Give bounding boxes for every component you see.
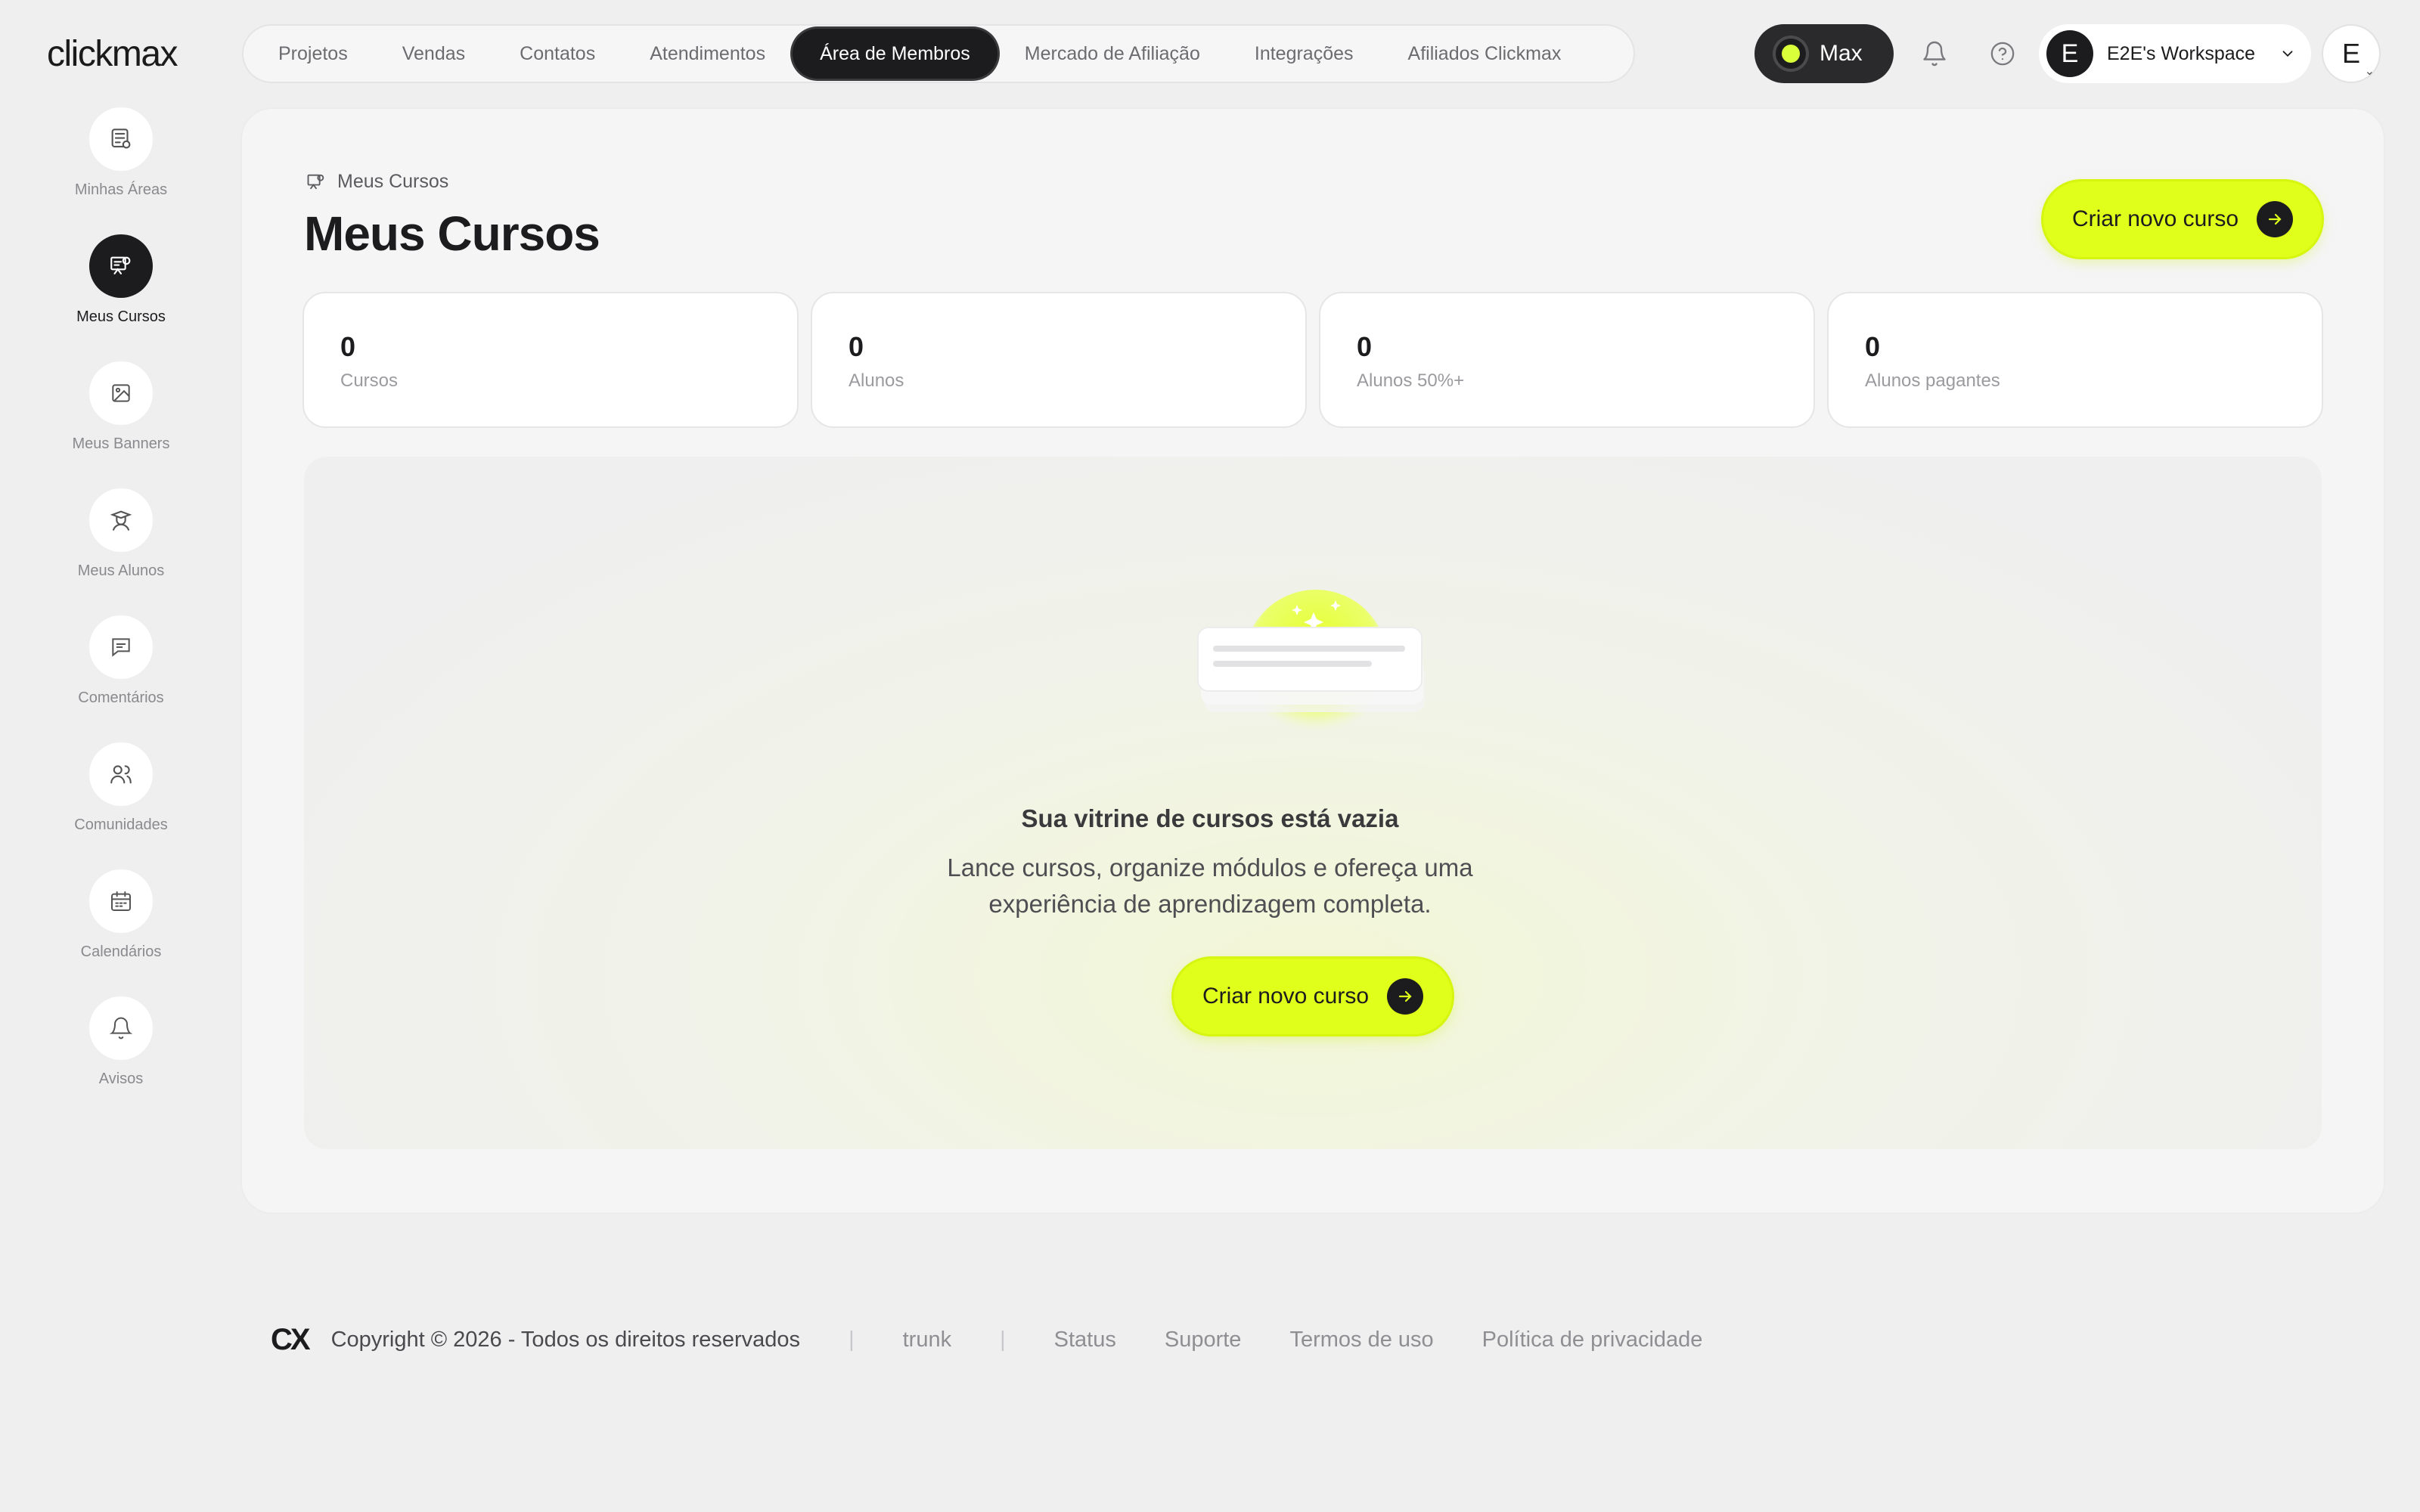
- arrow-right-icon: [2257, 201, 2294, 237]
- arrow-right-icon: [1387, 978, 1424, 1015]
- user-initial: E: [2341, 38, 2360, 69]
- tab-area-de-membros[interactable]: Área de Membros: [793, 29, 997, 79]
- footer-divider: |: [849, 1328, 855, 1352]
- stat-label: Alunos 50%+: [1357, 370, 1465, 391]
- footer-link-termos[interactable]: Termos de uso: [1289, 1328, 1433, 1352]
- empty-state-title: Sua vitrine de cursos está vazia: [1021, 804, 1399, 832]
- sidebar-item-avisos[interactable]: Avisos: [45, 996, 197, 1088]
- create-course-label: Criar novo curso: [1202, 984, 1370, 1009]
- chevron-down-icon: ⌄: [2364, 65, 2375, 78]
- sidebar-item-meus-alunos[interactable]: Meus Alunos: [45, 488, 197, 580]
- stat-card-alunos-50: 0 Alunos 50%+: [1320, 293, 1813, 426]
- sidebar-item-calendarios[interactable]: Calendários: [45, 869, 197, 961]
- footer-logo: CX: [271, 1323, 311, 1356]
- user-avatar[interactable]: E ⌄: [2323, 26, 2379, 82]
- workspace-avatar: E: [2046, 30, 2093, 77]
- bell-icon[interactable]: [1912, 31, 1957, 76]
- stat-label: Alunos pagantes: [1865, 370, 2000, 391]
- tab-mercado-de-afiliacao[interactable]: Mercado de Afiliação: [997, 29, 1227, 79]
- max-label: Max: [1820, 41, 1863, 66]
- max-assistant-button[interactable]: Max: [1754, 24, 1894, 83]
- top-navigation: Projetos Vendas Contatos Atendimentos Ár…: [242, 24, 1635, 83]
- footer-link-suporte[interactable]: Suporte: [1165, 1328, 1242, 1352]
- workspace-switcher[interactable]: E E2E's Workspace: [2039, 24, 2311, 83]
- chevron-down-icon: [2279, 45, 2296, 62]
- courses-icon: [89, 234, 153, 298]
- footer-divider: |: [1000, 1328, 1006, 1352]
- stat-value: 0: [849, 331, 864, 362]
- empty-state-area: [304, 457, 2322, 1149]
- empty-state-illustration-icon: [1195, 582, 1429, 748]
- create-course-button-empty[interactable]: Criar novo curso: [1174, 959, 1452, 1034]
- tab-vendas[interactable]: Vendas: [375, 29, 492, 79]
- sidebar-item-label: Meus Cursos: [76, 308, 166, 325]
- sidebar-item-label: Calendários: [80, 943, 162, 960]
- stat-label: Cursos: [340, 370, 399, 391]
- sidebar-item-label: Comentários: [78, 689, 164, 706]
- page-title: Meus Cursos: [304, 206, 600, 261]
- tab-atendimentos[interactable]: Atendimentos: [622, 29, 793, 79]
- sidebar-item-meus-cursos[interactable]: Meus Cursos: [45, 234, 197, 326]
- areas-icon: [89, 107, 153, 171]
- bell-icon: [89, 996, 153, 1060]
- workspace-name: E2E's Workspace: [2107, 42, 2256, 64]
- footer-branch: trunk: [902, 1328, 952, 1352]
- footer-link-status[interactable]: Status: [1054, 1328, 1116, 1352]
- create-course-button[interactable]: Criar novo curso: [2043, 181, 2322, 257]
- footer: CX Copyright © 2026 - Todos os direitos …: [271, 1323, 1751, 1357]
- breadcrumb: Meus Cursos: [306, 171, 448, 193]
- users-icon: [89, 742, 153, 806]
- stat-value: 0: [1865, 331, 1881, 362]
- student-icon: [89, 488, 153, 552]
- calendar-icon: [89, 869, 153, 933]
- breadcrumb-current[interactable]: Meus Cursos: [337, 171, 448, 193]
- sidebar-item-meus-banners[interactable]: Meus Banners: [45, 361, 197, 453]
- stat-card-cursos: 0 Cursos: [304, 293, 797, 426]
- sidebar-item-label: Meus Alunos: [77, 562, 165, 579]
- tab-contatos[interactable]: Contatos: [492, 29, 622, 79]
- footer-copyright: Copyright © 2026 - Todos os direitos res…: [330, 1328, 801, 1352]
- sidebar-item-label: Avisos: [98, 1070, 144, 1087]
- stat-card-alunos-pagantes: 0 Alunos pagantes: [1829, 293, 2322, 426]
- status-dot-icon: [1776, 39, 1806, 69]
- create-course-label: Criar novo curso: [2071, 206, 2239, 231]
- app-logo[interactable]: clickmax: [47, 33, 178, 75]
- tab-afiliados-clickmax[interactable]: Afiliados Clickmax: [1381, 29, 1589, 79]
- sidebar-item-comentarios[interactable]: Comentários: [45, 615, 197, 707]
- tab-projetos[interactable]: Projetos: [251, 29, 375, 79]
- comment-icon: [89, 615, 153, 679]
- empty-state-description: Lance cursos, organize módulos e ofereça…: [947, 854, 1473, 918]
- courses-icon: [306, 172, 327, 193]
- tab-integracoes[interactable]: Integrações: [1227, 29, 1381, 79]
- sidebar-item-minhas-areas[interactable]: Minhas Áreas: [45, 107, 197, 199]
- footer-link-privacidade[interactable]: Política de privacidade: [1482, 1328, 1703, 1352]
- help-circle-icon[interactable]: [1980, 31, 2025, 76]
- sidebar-item-label: Meus Banners: [72, 435, 170, 452]
- image-icon: [89, 361, 153, 425]
- stat-value: 0: [340, 331, 356, 362]
- stat-label: Alunos: [849, 370, 904, 391]
- sidebar-item-label: Minhas Áreas: [74, 181, 168, 198]
- stat-card-alunos: 0 Alunos: [812, 293, 1305, 426]
- stat-value: 0: [1357, 331, 1373, 362]
